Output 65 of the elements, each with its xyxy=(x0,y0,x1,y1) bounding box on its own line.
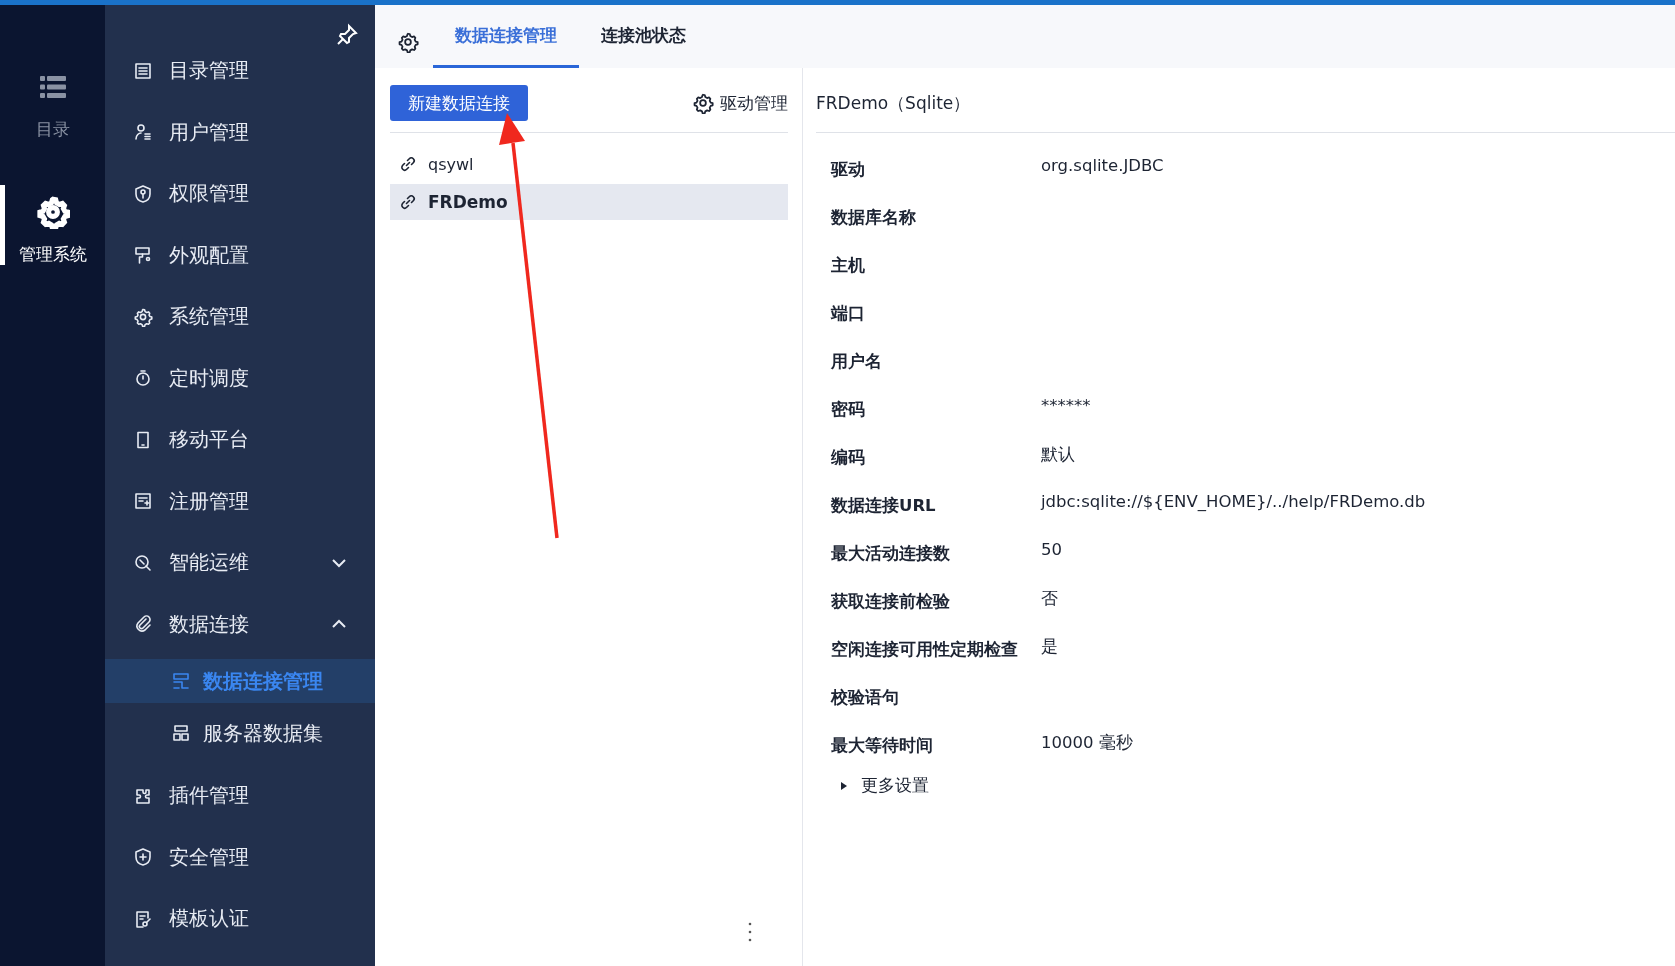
sidebar-item[interactable]: 移动平台 xyxy=(105,409,375,471)
settings-icon xyxy=(397,31,419,53)
sidebar-item[interactable]: 系统管理 xyxy=(105,286,375,348)
field-label: 数据连接URL xyxy=(831,495,937,517)
connection-item[interactable]: qsywl xyxy=(390,146,788,182)
paperclip-icon xyxy=(133,614,153,635)
settings-icon xyxy=(133,306,153,327)
paint-roller-icon xyxy=(133,245,153,266)
field-value: org.sqlite.JDBC xyxy=(1041,156,1164,175)
sidebar-item[interactable]: 智能运维 xyxy=(105,532,375,594)
wrench-search-icon xyxy=(133,552,153,573)
sidebar-item[interactable]: 插件管理 xyxy=(105,765,375,827)
field-label: 用户名 xyxy=(831,351,883,373)
sidebar-item[interactable]: 用户管理 xyxy=(105,101,375,163)
field-label: 最大等待时间 xyxy=(831,735,934,757)
field-label: 获取连接前检验 xyxy=(831,591,951,613)
field-label: 编码 xyxy=(831,447,866,469)
new-connection-button[interactable]: 新建数据连接 xyxy=(390,85,528,121)
server-data-icon xyxy=(171,723,191,743)
sidebar-item[interactable]: 权限管理 xyxy=(105,163,375,225)
field-value: ****** xyxy=(1041,396,1091,415)
connection-item[interactable]: FRDemo xyxy=(390,184,788,220)
link-icon xyxy=(398,154,418,174)
field-value: 否 xyxy=(1041,588,1058,610)
sidebar-subitem[interactable]: 服务器数据集 xyxy=(105,711,375,755)
resize-grip-icon[interactable] xyxy=(747,921,753,943)
field-label: 校验语句 xyxy=(831,687,900,709)
rail-item[interactable]: 目录 xyxy=(0,60,105,185)
user-icon xyxy=(133,122,153,143)
stopwatch-icon xyxy=(133,368,153,389)
pin-icon[interactable] xyxy=(335,23,359,47)
field-label: 数据库名称 xyxy=(831,207,917,229)
sidebar-item[interactable]: 定时调度 xyxy=(105,347,375,409)
field-value: 是 xyxy=(1041,636,1058,658)
field-label: 密码 xyxy=(831,399,866,421)
field-value: 50 xyxy=(1041,540,1062,559)
field-label: 空闲连接可用性定期检查 xyxy=(831,639,1019,661)
sidebar-item[interactable]: 外观配置 xyxy=(105,224,375,286)
settings-icon xyxy=(35,195,70,229)
certificate-icon xyxy=(133,908,153,929)
field-label: 最大活动连接数 xyxy=(831,543,951,565)
tab[interactable]: 连接池状态 xyxy=(579,5,708,68)
shield-key-icon xyxy=(133,183,153,204)
driver-management-button[interactable]: 驱动管理 xyxy=(692,91,788,115)
field-value: 默认 xyxy=(1041,444,1075,466)
rail-item[interactable]: 管理系统 xyxy=(0,185,105,310)
field-label: 端口 xyxy=(831,303,866,325)
list-icon xyxy=(133,60,153,81)
sidebar-item[interactable]: 注册管理 xyxy=(105,470,375,532)
tab[interactable]: 数据连接管理 xyxy=(433,5,579,68)
sidebar-item[interactable]: 模板认证 xyxy=(105,888,375,950)
sidebar-item[interactable]: 安全管理 xyxy=(105,826,375,888)
connection-title: FRDemo（Sqlite） xyxy=(816,91,971,115)
field-value: 10000 毫秒 xyxy=(1041,732,1133,754)
sidebar-item[interactable]: 目录管理 xyxy=(105,40,375,102)
field-label: 主机 xyxy=(831,255,866,277)
field-label: 驱动 xyxy=(831,159,866,181)
more-settings-toggle[interactable]: 更多设置 xyxy=(831,771,929,797)
sidebar-item[interactable]: 数据连接 xyxy=(105,593,375,655)
field-value: jdbc:sqlite://${ENV_HOME}/../help/FRDemo.db xyxy=(1041,492,1426,511)
register-icon xyxy=(133,491,153,512)
shield-plus-icon xyxy=(133,847,153,868)
server-icon xyxy=(171,671,191,691)
link-icon xyxy=(398,192,418,212)
settings-icon xyxy=(692,92,714,114)
